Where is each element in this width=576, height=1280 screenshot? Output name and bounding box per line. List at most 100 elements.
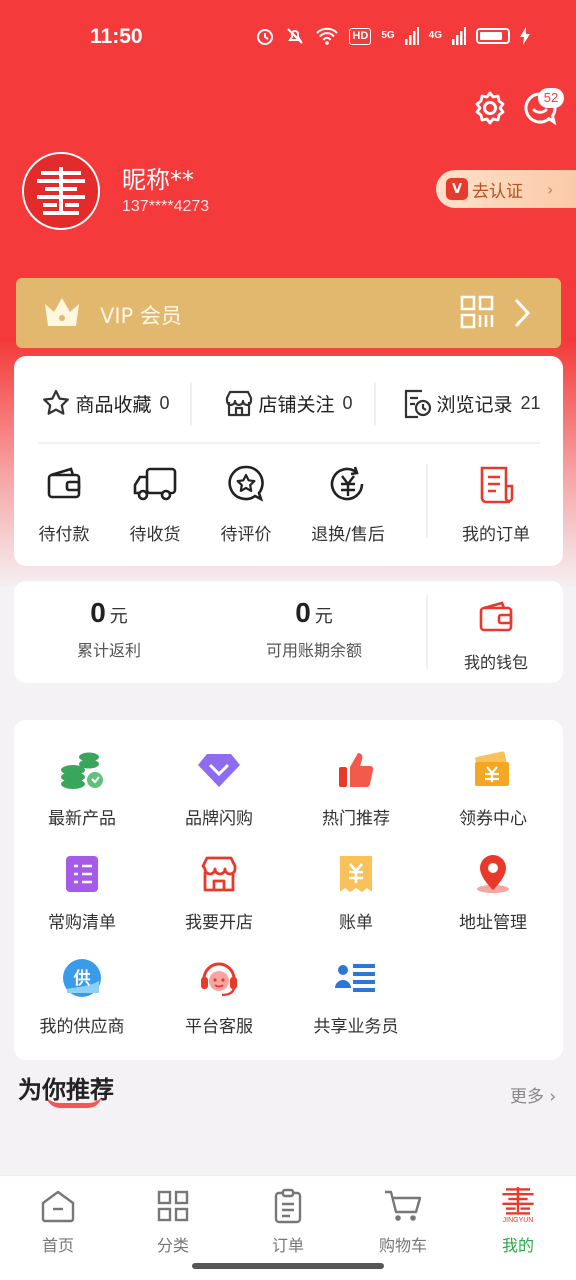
rebate-unit: 元 — [109, 606, 128, 627]
star-icon — [43, 389, 70, 415]
home-icon — [41, 1190, 75, 1223]
service-label: 热门推荐 — [322, 809, 390, 829]
tab-cart[interactable]: 购物车 — [363, 1186, 443, 1256]
status-bar: 11:50 HD 5G 4G — [0, 0, 576, 72]
tab-orders[interactable]: 订单 — [248, 1186, 328, 1256]
service-frequent-list[interactable]: 常购清单 — [14, 852, 150, 933]
order-pending-receipt-label: 待收货 — [129, 525, 181, 545]
tab-category[interactable]: 分类 — [133, 1186, 213, 1256]
verify-button[interactable]: V 去认证 › — [436, 170, 576, 208]
service-hot-recommend[interactable]: 热门推荐 — [288, 748, 424, 829]
signal-5g-label: 5G — [381, 30, 395, 41]
service-open-store[interactable]: 我要开店 — [151, 852, 287, 933]
recommend-more-link[interactable]: 更多 › — [510, 1082, 556, 1107]
stat-browse-history-label: 浏览记录 — [436, 393, 513, 416]
stat-followed-shops-label: 店铺关注 — [258, 393, 335, 416]
charging-icon — [520, 27, 530, 45]
service-address[interactable]: 地址管理 — [425, 852, 561, 933]
order-icon — [274, 1188, 302, 1224]
vip-bar[interactable]: VIP 会员 — [16, 278, 561, 348]
tab-category-label: 分类 — [156, 1236, 189, 1255]
stat-followed-shops[interactable]: 店铺关注 0 — [197, 378, 380, 428]
divider — [38, 442, 540, 444]
chevron-right-icon: › — [544, 1087, 557, 1107]
wallet-card: 0元 累计返利 0元 可用账期余额 我的钱包 — [14, 581, 563, 683]
headset-icon — [201, 962, 237, 997]
stat-browse-history-count: 21 — [520, 392, 541, 413]
cart-icon — [385, 1190, 422, 1221]
phone-number: 137****4273 — [122, 198, 210, 215]
order-pending-payment[interactable]: 待付款 — [18, 462, 110, 545]
shop-icon — [226, 390, 253, 417]
coupon-icon — [475, 751, 509, 786]
order-pending-receipt[interactable]: 待收货 — [109, 462, 201, 545]
stats-orders-card: 商品收藏 0 店铺关注 0 浏览记录 21 待付款 待收货 待评价 退换/售后 … — [14, 356, 563, 566]
stat-favorites-count: 0 — [159, 392, 170, 413]
service-label: 账单 — [339, 913, 373, 933]
verify-label: 去认证 — [472, 181, 523, 202]
order-list-icon — [480, 466, 514, 504]
hd-badge: HD — [349, 27, 372, 45]
stat-favorites[interactable]: 商品收藏 0 — [14, 378, 197, 428]
service-label: 我的供应商 — [39, 1017, 125, 1037]
brand-logo-icon — [37, 167, 85, 215]
service-latest-products[interactable]: 最新产品 — [14, 748, 150, 829]
stat-browse-history[interactable]: 浏览记录 21 — [380, 378, 563, 428]
status-time: 11:50 — [90, 25, 143, 48]
vip-label: VIP 会员 — [100, 304, 182, 328]
tab-home-label: 首页 — [41, 1236, 74, 1255]
credit-label: 可用账期余额 — [265, 641, 362, 660]
tab-home[interactable]: 首页 — [18, 1186, 98, 1256]
bill-icon — [340, 856, 372, 892]
chevron-right-icon: › — [547, 179, 554, 199]
service-label: 共享业务员 — [313, 1017, 399, 1037]
review-icon — [228, 465, 264, 502]
order-pending-review[interactable]: 待评价 — [200, 462, 292, 545]
location-icon — [477, 855, 509, 893]
avatar[interactable] — [22, 152, 100, 230]
thumbs-up-icon — [339, 753, 374, 787]
store-icon — [201, 856, 237, 892]
battery-icon — [476, 28, 510, 44]
service-my-suppliers[interactable]: 供 我的供应商 — [14, 956, 150, 1037]
crown-icon — [45, 298, 79, 326]
tab-orders-label: 订单 — [271, 1236, 304, 1255]
verify-badge-icon: V — [446, 178, 468, 200]
stat-favorites-label: 商品收藏 — [75, 393, 152, 416]
settings-gear-icon[interactable] — [472, 90, 508, 126]
history-icon — [405, 389, 432, 419]
alarm-icon — [257, 29, 274, 45]
signal-icon-2 — [452, 27, 466, 45]
svg-text:供: 供 — [73, 968, 91, 989]
service-shared-staff[interactable]: 共享业务员 — [288, 956, 424, 1037]
recommend-more-label: 更多 — [510, 1087, 544, 1107]
nickname[interactable]: 昵称** — [122, 160, 194, 195]
message-badge: 52 — [538, 88, 564, 108]
credit-value: 0 — [295, 597, 311, 628]
rebate-total[interactable]: 0元 累计返利 — [14, 597, 204, 661]
service-label: 我要开店 — [185, 913, 253, 933]
rebate-value: 0 — [90, 597, 106, 628]
service-bill[interactable]: 账单 — [288, 852, 424, 933]
refund-icon — [330, 466, 364, 501]
order-status-row: 待付款 待收货 待评价 退换/售后 我的订单 — [14, 462, 563, 552]
diamond-icon — [198, 754, 240, 787]
my-wallet-button[interactable]: 我的钱包 — [438, 599, 554, 673]
brand-logo-text: JINGYUN — [502, 1217, 534, 1224]
order-pending-review-label: 待评价 — [220, 525, 272, 545]
qr-code-icon[interactable] — [460, 295, 494, 329]
service-label: 常购清单 — [48, 913, 116, 933]
brand-logo-icon — [502, 1187, 534, 1215]
chevron-right-icon[interactable] — [512, 296, 532, 330]
order-refund[interactable]: 退换/售后 — [302, 462, 394, 545]
tab-mine[interactable]: JINGYUN 我的 — [478, 1186, 558, 1256]
stat-followed-shops-count: 0 — [342, 392, 353, 413]
my-orders-button[interactable]: 我的订单 — [438, 462, 554, 545]
service-brand-flash[interactable]: 品牌闪购 — [151, 748, 287, 829]
divider — [190, 382, 192, 426]
service-customer-support[interactable]: 平台客服 — [151, 956, 287, 1037]
service-label: 最新产品 — [48, 809, 116, 829]
credit-balance[interactable]: 0元 可用账期余额 — [214, 597, 414, 661]
tab-cart-label: 购物车 — [378, 1236, 427, 1255]
service-coupon-center[interactable]: 领券中心 — [425, 748, 561, 829]
